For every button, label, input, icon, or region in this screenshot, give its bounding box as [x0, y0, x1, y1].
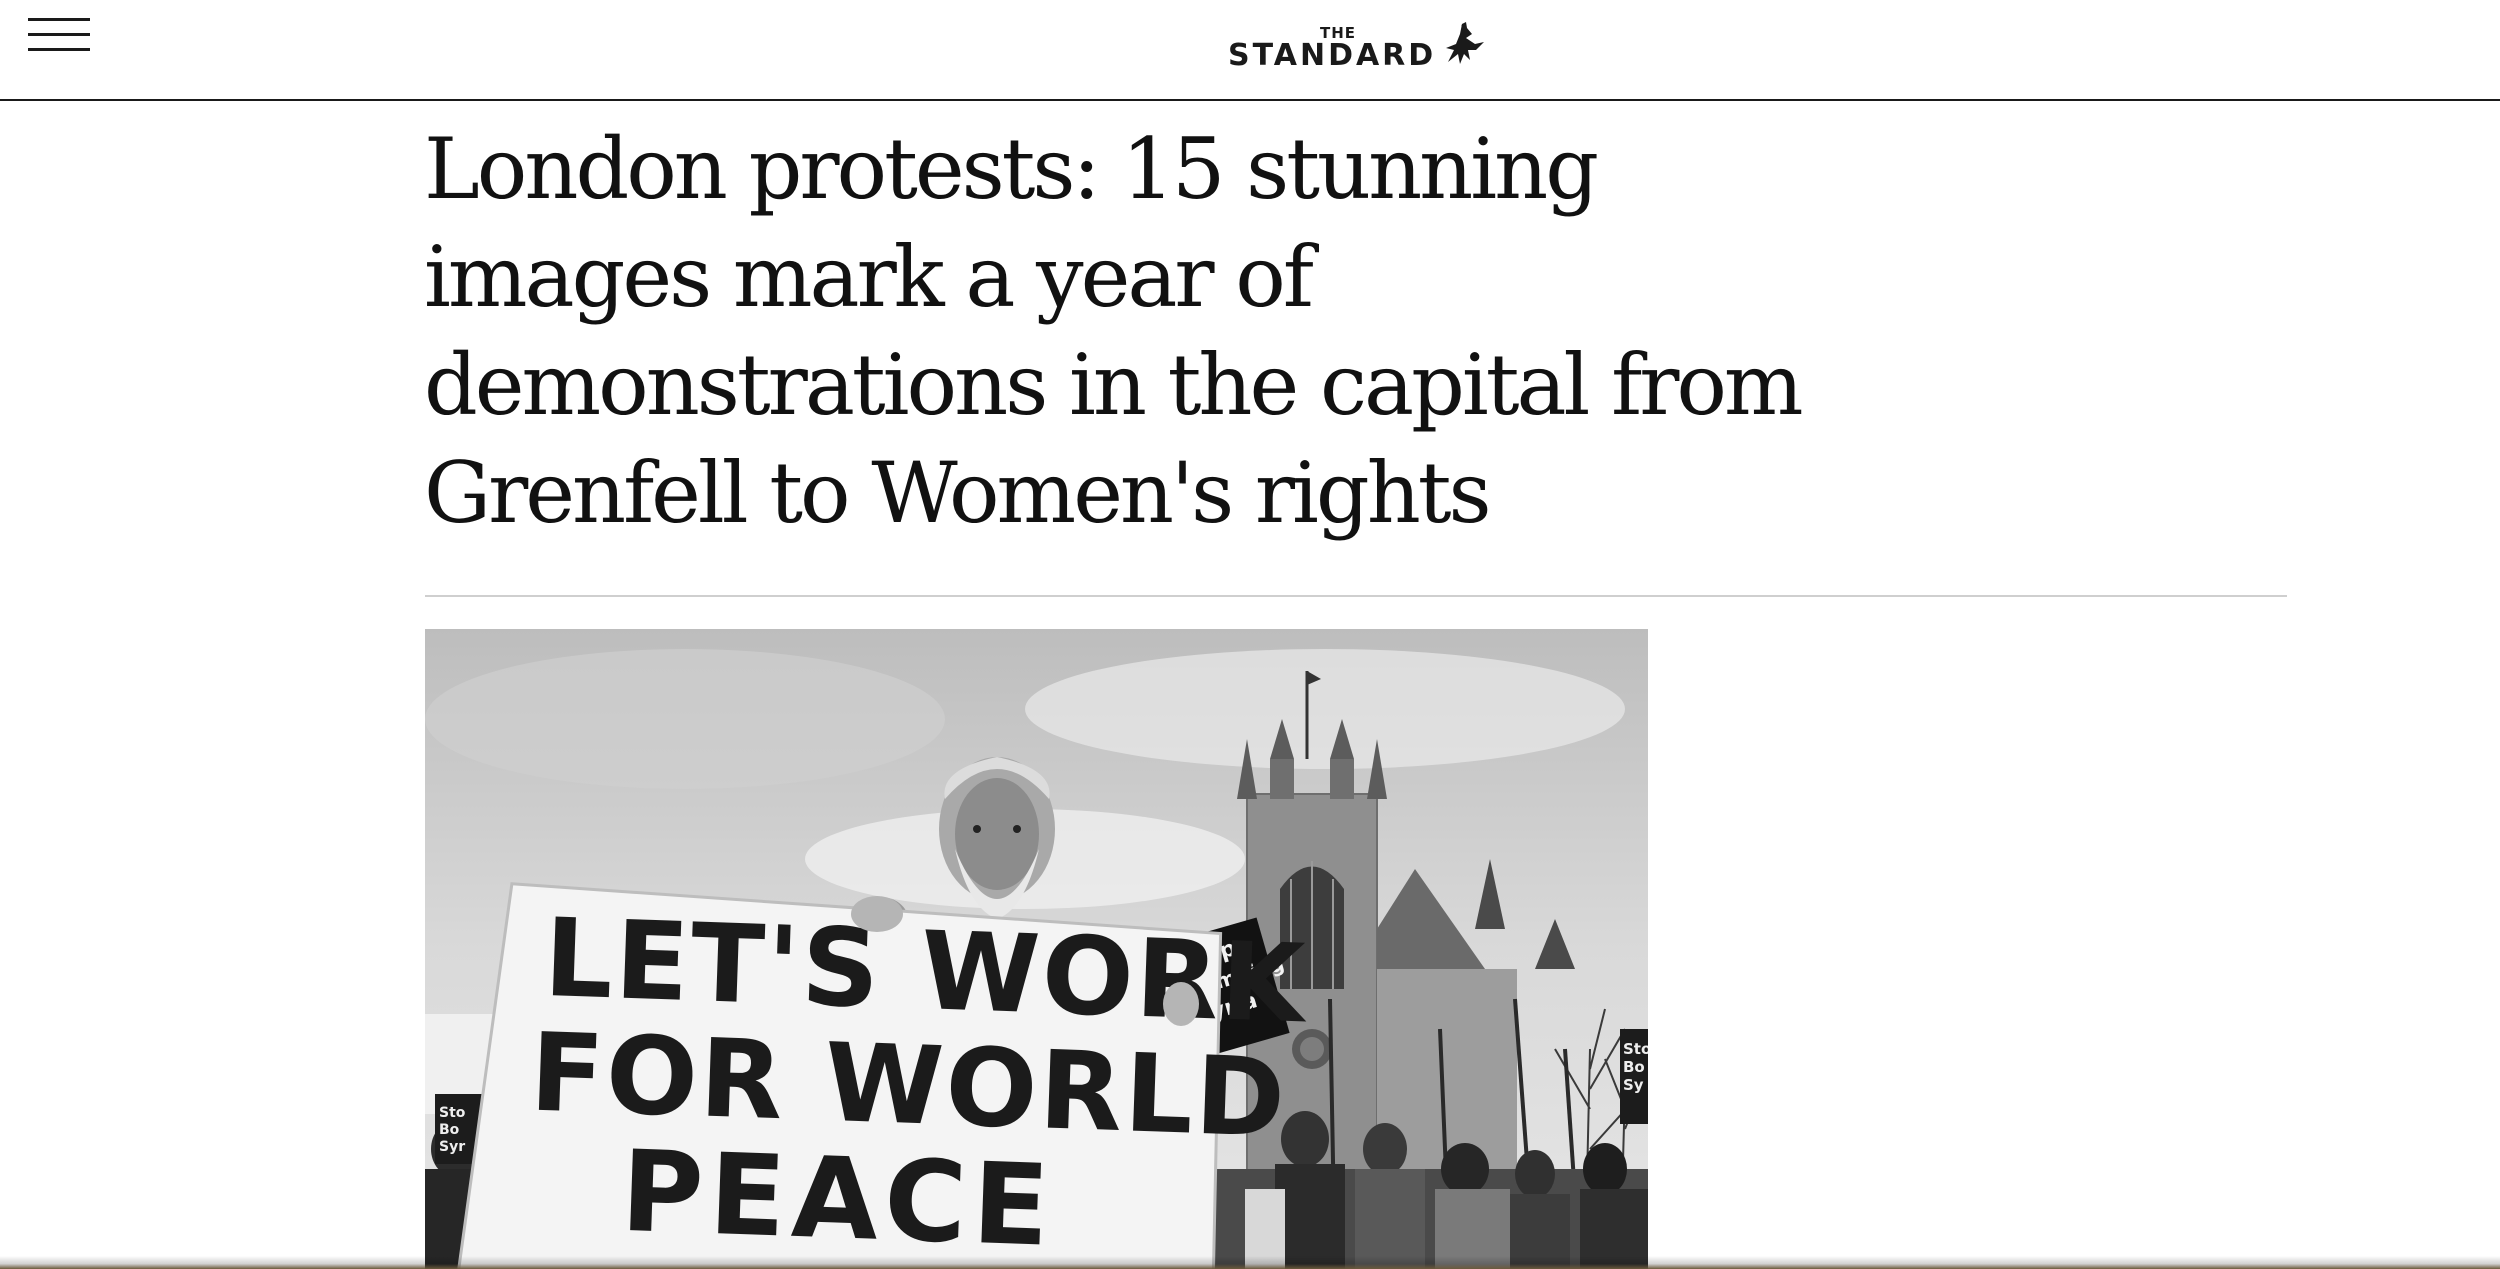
right-hand: [1163, 982, 1199, 1026]
bottom-edge-shadow: [0, 1256, 2500, 1269]
menu-button[interactable]: [28, 18, 90, 54]
site-logo[interactable]: THE STANDARD: [1228, 20, 1488, 80]
svg-text:Bo: Bo: [1623, 1058, 1645, 1076]
svg-text:PEACE: PEACE: [619, 1127, 1057, 1269]
headline-divider: [425, 595, 2287, 597]
protest-photo: Sto Bo Sy Sto Bo Syr Bombing Syria LET'S…: [425, 629, 1648, 1269]
headline-line: London protests: 15 stunning: [424, 120, 1599, 218]
article-headline: London protests: 15 stunning images mark…: [424, 115, 1804, 547]
hamburger-menu-icon: [28, 18, 90, 21]
svg-text:Sy: Sy: [1623, 1076, 1644, 1094]
svg-text:Sto: Sto: [1623, 1040, 1648, 1058]
hamburger-menu-icon-line: [28, 48, 90, 51]
logo-name-text: STANDARD: [1228, 38, 1437, 73]
hero-image[interactable]: Sto Bo Sy Sto Bo Syr Bombing Syria LET'S…: [425, 629, 1648, 1269]
site-header: THE STANDARD: [0, 0, 2500, 101]
peace-placard: LET'S WORK FOR WORLD PEACE: [456, 882, 1310, 1269]
svg-text:Sto: Sto: [439, 1105, 466, 1121]
hamburger-menu-icon-line: [28, 33, 90, 36]
headline-line: images mark a year of: [424, 228, 1314, 326]
flying-bird-icon: [1446, 22, 1484, 64]
headline-line: demonstrations in the capital from: [424, 336, 1804, 434]
headline-line: Grenfell to Women's rights: [424, 444, 1492, 542]
svg-text:Syr: Syr: [439, 1139, 465, 1155]
right-sign: Sto Bo Sy: [1620, 1029, 1648, 1124]
left-hand: [851, 896, 903, 932]
svg-text:Bo: Bo: [439, 1122, 460, 1138]
